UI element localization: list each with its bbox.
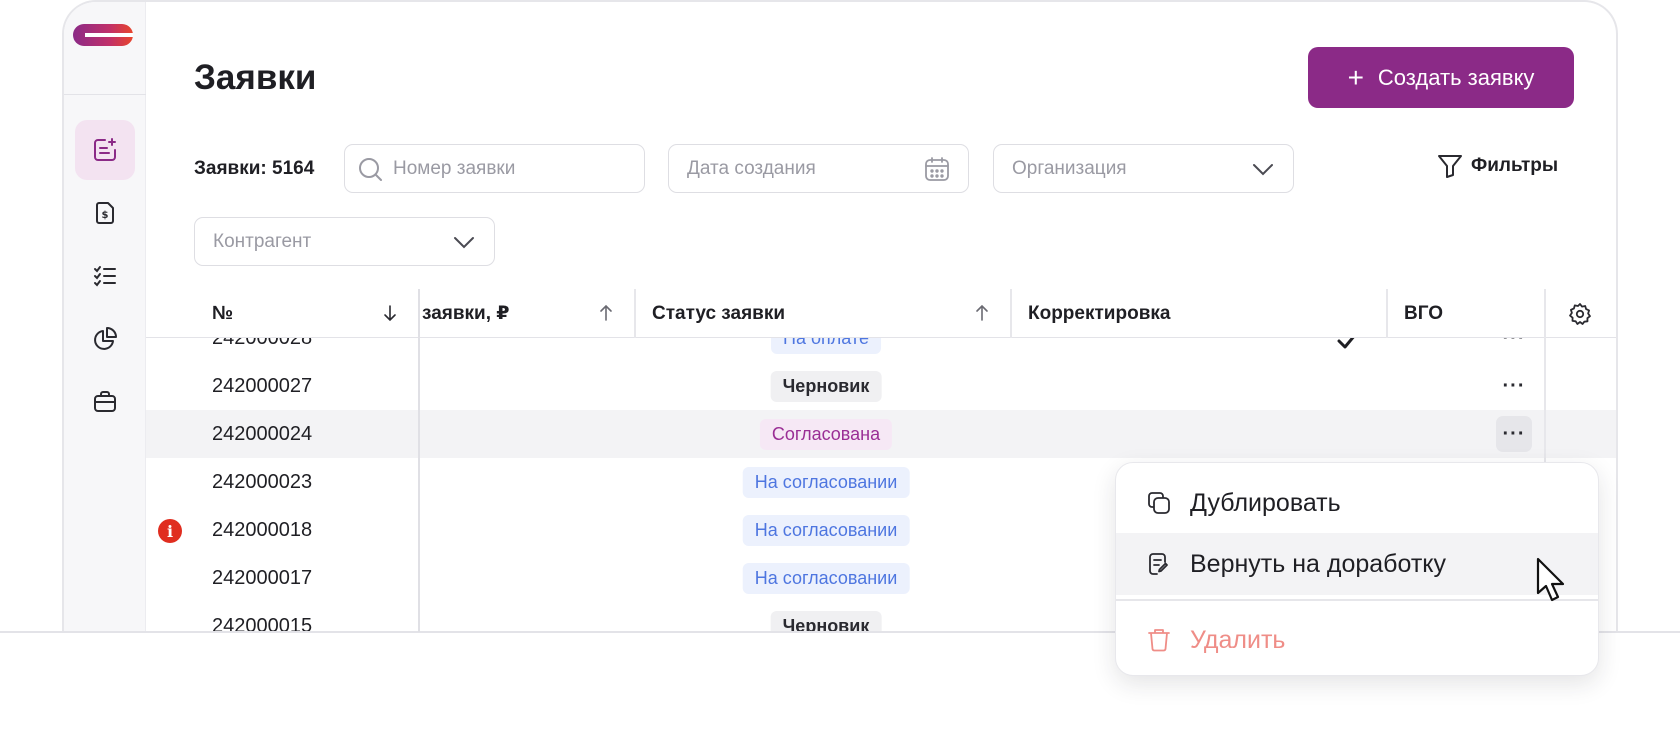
info-alert-icon[interactable]: i xyxy=(158,519,182,543)
filters-label: Фильтры xyxy=(1471,155,1559,176)
column-separator xyxy=(1010,289,1012,338)
filters-button[interactable]: Фильтры xyxy=(1437,153,1558,179)
menu-item-label: Вернуть на доработку xyxy=(1190,549,1447,578)
column-vgo-label: ВГО xyxy=(1404,302,1444,324)
organization-placeholder: Организация xyxy=(1012,157,1127,179)
row-actions-button[interactable]: ··· xyxy=(1496,338,1532,356)
column-number-label: № xyxy=(212,302,234,324)
mouse-pointer-icon xyxy=(1536,557,1565,602)
create-request-button[interactable]: + Создать заявку xyxy=(1308,47,1574,108)
pie-chart-icon xyxy=(94,327,117,350)
request-number[interactable]: 242000024 xyxy=(212,410,312,458)
column-correction-label: Корректировка xyxy=(1028,302,1171,324)
row-actions-button[interactable]: ··· xyxy=(1496,368,1532,404)
request-number[interactable]: 242000017 xyxy=(212,554,312,602)
row-context-menu: Дублировать Вернуть на доработку Удалить xyxy=(1115,462,1599,676)
status-badge: Согласована xyxy=(759,419,893,450)
svg-text:$: $ xyxy=(102,210,109,221)
search-icon xyxy=(359,157,382,181)
column-separator xyxy=(634,289,636,338)
request-number[interactable]: 242000018 xyxy=(212,506,312,554)
column-amount-label: заявки, ₽ xyxy=(422,303,510,324)
menu-divider xyxy=(1116,599,1598,601)
table-settings-button[interactable] xyxy=(1548,289,1612,338)
sidebar-item-analytics[interactable] xyxy=(75,309,135,369)
column-separator xyxy=(1386,289,1388,338)
trash-icon xyxy=(1148,629,1170,652)
table-row[interactable]: 242000024 Согласована ··· xyxy=(146,410,1616,458)
row-actions-button[interactable]: ··· xyxy=(1496,416,1532,452)
request-number[interactable]: 242000027 xyxy=(212,362,312,410)
sidebar-item-requests[interactable] xyxy=(75,120,135,180)
request-number-search[interactable]: Номер заявки xyxy=(344,144,645,193)
gear-icon xyxy=(1569,302,1591,325)
request-number[interactable]: 242000023 xyxy=(212,458,312,506)
chevron-down-icon xyxy=(454,236,474,248)
request-number[interactable]: 242000015 xyxy=(212,602,312,633)
status-badge: На согласовании xyxy=(742,515,910,546)
sort-desc-icon xyxy=(384,305,396,322)
page-title: Заявки xyxy=(194,58,317,97)
duplicate-icon xyxy=(1148,492,1170,514)
column-header-amount[interactable]: заявки, ₽ xyxy=(422,289,634,338)
sidebar: $ xyxy=(64,2,146,632)
organization-select[interactable]: Организация xyxy=(993,144,1294,193)
requests-icon xyxy=(94,138,116,161)
plus-icon: + xyxy=(1347,61,1364,93)
contractor-placeholder: Контрагент xyxy=(213,230,312,252)
menu-item-label: Дублировать xyxy=(1190,488,1341,517)
menu-item-delete[interactable]: Удалить xyxy=(1116,609,1598,671)
filter-icon xyxy=(1438,155,1462,178)
status-badge: Черновик xyxy=(770,611,882,632)
sidebar-item-checklist[interactable] xyxy=(75,246,135,306)
request-number-placeholder: Номер заявки xyxy=(393,157,516,179)
briefcase-icon xyxy=(94,391,116,412)
table-row[interactable]: 242000028 На оплате ··· xyxy=(146,338,1616,362)
creation-date-placeholder: Дата создания xyxy=(687,157,816,179)
status-badge: На согласовании xyxy=(742,467,910,498)
creation-date-field[interactable]: Дата создания xyxy=(668,144,969,193)
table-row[interactable]: 242000027 Черновик ··· xyxy=(146,362,1616,410)
column-header-number[interactable]: № xyxy=(212,289,418,338)
column-header-vgo[interactable]: ВГО xyxy=(1404,289,1524,338)
fixed-column-divider xyxy=(418,289,420,632)
sort-asc-icon xyxy=(600,304,612,321)
sidebar-item-portfolio[interactable] xyxy=(75,372,135,432)
column-header-status[interactable]: Статус заявки xyxy=(652,289,1010,338)
sort-asc-icon xyxy=(976,304,988,321)
logo xyxy=(73,24,133,46)
calendar-icon[interactable] xyxy=(924,156,950,182)
return-document-icon xyxy=(1149,553,1168,575)
column-header-correction[interactable]: Корректировка xyxy=(1028,289,1368,338)
payment-document-icon: $ xyxy=(96,202,114,224)
status-badge: На согласовании xyxy=(742,563,910,594)
sidebar-divider xyxy=(64,94,146,95)
menu-item-label: Удалить xyxy=(1190,625,1286,654)
menu-item-duplicate[interactable]: Дублировать xyxy=(1116,472,1598,534)
checklist-icon xyxy=(94,266,116,287)
column-status-label: Статус заявки xyxy=(652,302,786,324)
request-number[interactable]: 242000028 xyxy=(212,338,312,362)
app-screen: $ Заявки + Создать заявку Заявки: 5164 Н… xyxy=(0,0,1680,738)
chevron-down-icon xyxy=(1253,163,1273,175)
status-badge: Черновик xyxy=(770,371,882,402)
checkmark-icon xyxy=(1337,338,1355,349)
contractor-select[interactable]: Контрагент xyxy=(194,217,495,266)
status-badge: На оплате xyxy=(771,338,881,354)
menu-item-return-for-revision[interactable]: Вернуть на доработку xyxy=(1116,533,1598,595)
requests-count: Заявки: 5164 xyxy=(194,158,315,179)
sidebar-item-payments[interactable]: $ xyxy=(75,183,135,243)
table-header: № заявки, ₽ Статус заявки Корректировка … xyxy=(146,289,1616,338)
create-request-label: Создать заявку xyxy=(1377,64,1535,90)
